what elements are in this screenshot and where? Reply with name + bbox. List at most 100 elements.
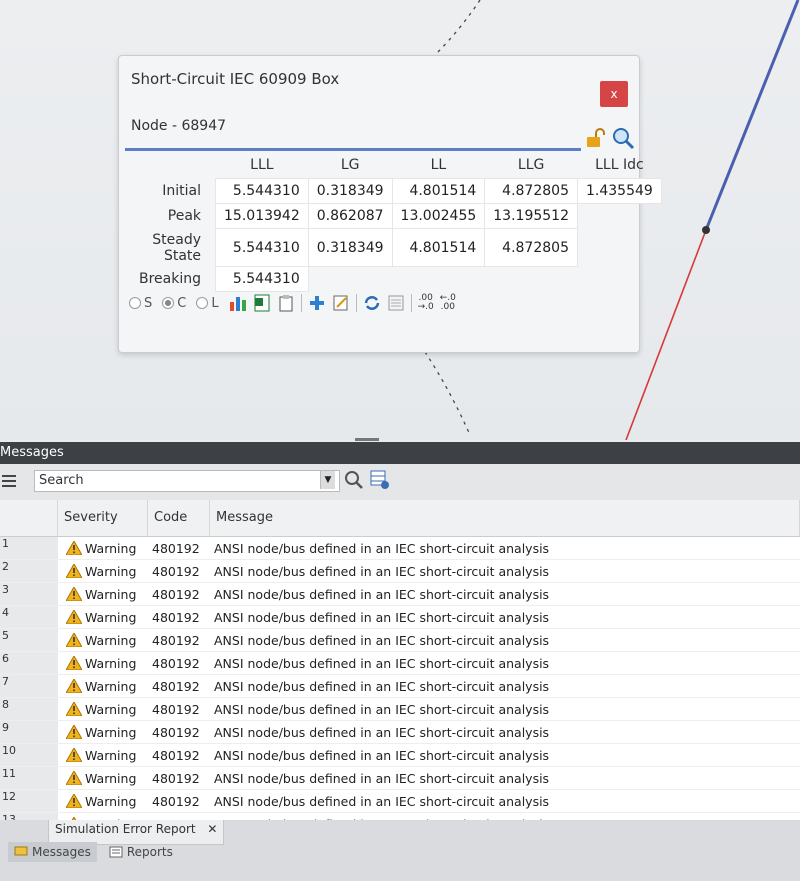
clipboard-icon[interactable] (277, 294, 295, 312)
message-column-header[interactable]: Message (210, 500, 800, 536)
severity-label: Warning (85, 793, 137, 809)
severity-label: Warning (85, 678, 137, 694)
row-index: 5 (0, 629, 58, 651)
result-cell: 0.318349 (307, 178, 393, 204)
search-dropdown-button[interactable]: ▼ (320, 471, 335, 489)
panel-splitter[interactable] (355, 438, 379, 441)
table-row[interactable]: 7 Warning 480192 ANSI node/bus defined in a… (0, 675, 800, 698)
severity-cell: Warning (58, 748, 148, 763)
col-header: LLL (250, 157, 274, 173)
severity-cell: Warning (58, 679, 148, 694)
severity-column-header[interactable]: Severity (58, 500, 148, 536)
table-row[interactable]: 12 Warning 480192 ANSI node/bus defined in … (0, 790, 800, 813)
radio-s[interactable]: S (129, 296, 152, 311)
warning-icon (66, 541, 82, 555)
severity-label: Warning (85, 586, 137, 602)
close-tab-icon[interactable]: ✕ (207, 822, 217, 836)
search-icon[interactable] (344, 470, 364, 490)
row-index: 11 (0, 767, 58, 789)
row-index: 8 (0, 698, 58, 720)
tab-reports[interactable]: Reports (103, 842, 179, 862)
node-field[interactable]: Node - 68947 (125, 112, 581, 151)
warning-icon (66, 748, 82, 762)
table-row[interactable]: 1 Warning 480192 ANSI node/bus defined in a… (0, 537, 800, 560)
severity-cell: Warning (58, 541, 148, 556)
refresh-icon[interactable] (363, 294, 381, 312)
close-button[interactable]: x (600, 81, 628, 107)
code-cell: 480192 (152, 770, 200, 786)
result-cell: 0.318349 (307, 228, 393, 267)
severity-label: Warning (85, 563, 137, 579)
code-column-header[interactable]: Code (148, 500, 210, 536)
code-cell: 480192 (152, 609, 200, 625)
message-cell: ANSI node/bus defined in an IEC short-ci… (214, 701, 550, 717)
bottom-tab-bar: Simulation Error Report ✕ Messages Repor… (0, 820, 800, 881)
message-cell: ANSI node/bus defined in an IEC short-ci… (214, 563, 550, 579)
excel-export-icon[interactable] (253, 294, 271, 312)
search-icon[interactable] (611, 126, 635, 150)
short-circuit-dialog: Short-Circuit IEC 60909 Box x Node - 689… (118, 55, 662, 353)
dashed-arc-bottom (424, 351, 471, 436)
tab-messages[interactable]: Messages (8, 842, 97, 862)
radio-l[interactable]: L (196, 295, 219, 311)
warning-icon (66, 794, 82, 808)
warning-icon (66, 587, 82, 601)
tab-label: Messages (32, 845, 91, 859)
toolbar-separator (355, 294, 357, 312)
table-row[interactable]: 2 Warning 480192 ANSI node/bus defined in a… (0, 560, 800, 583)
result-cell: 4.801514 (391, 178, 486, 204)
row-index: 12 (0, 790, 58, 812)
radio-circle[interactable] (129, 297, 141, 309)
toolbar-separator (300, 294, 302, 312)
severity-cell: Warning (58, 702, 148, 717)
severity-cell: Warning (58, 564, 148, 579)
result-cell: 5.544310 (215, 228, 309, 267)
warning-icon (66, 702, 82, 716)
severity-cell: Warning (58, 610, 148, 625)
report-icon[interactable] (387, 294, 405, 312)
unlock-icon[interactable] (585, 128, 607, 148)
increase-decimals-button[interactable]: .00 →.0 (418, 294, 434, 312)
table-row[interactable]: 11 Warning 480192 ANSI node/bus defined in … (0, 767, 800, 790)
row-label: Steady State (152, 231, 202, 264)
radio-circle[interactable] (196, 297, 209, 309)
messages-grid: Severity Code Message 1 Warning 480192 ANSI… (0, 500, 800, 830)
radio-circle-selected[interactable] (162, 297, 175, 309)
results-row-steady: Steady State 5.544310 0.318349 4.801514 … (131, 228, 661, 267)
blue-line (704, 0, 800, 231)
radio-label: L (211, 295, 219, 311)
bar-chart-icon[interactable] (229, 294, 247, 312)
table-row[interactable]: 6 Warning 480192 ANSI node/bus defined in a… (0, 652, 800, 675)
table-row[interactable]: 3 Warning 480192 ANSI node/bus defined in a… (0, 583, 800, 606)
toolbar-separator (410, 294, 412, 312)
warning-icon (66, 725, 82, 739)
severity-cell: Warning (58, 656, 148, 671)
node-point[interactable] (702, 226, 710, 234)
radio-c[interactable]: C (162, 296, 186, 311)
row-label: Peak (167, 208, 202, 224)
search-input[interactable]: Search (34, 470, 340, 492)
table-row[interactable]: 5 Warning 480192 ANSI node/bus defined in a… (0, 629, 800, 652)
tab-label: Simulation Error Report (55, 822, 196, 836)
col-header: LLL Idc (595, 157, 644, 173)
table-row[interactable]: 9 Warning 480192 ANSI node/bus defined in a… (0, 721, 800, 744)
decrease-decimals-button[interactable]: ←.0 .00 (440, 294, 456, 312)
severity-cell: Warning (58, 633, 148, 648)
add-icon[interactable] (308, 294, 326, 312)
message-cell: ANSI node/bus defined in an IEC short-ci… (214, 724, 550, 740)
result-cell: 0.862087 (307, 203, 393, 229)
table-row[interactable]: 4 Warning 480192 ANSI node/bus defined in a… (0, 606, 800, 629)
row-index: 3 (0, 583, 58, 605)
filter-grid-icon[interactable] (370, 470, 390, 490)
grid-rows: 1 Warning 480192 ANSI node/bus defined in a… (0, 537, 800, 830)
message-cell: ANSI node/bus defined in an IEC short-ci… (214, 793, 550, 809)
table-row[interactable]: 8 Warning 480192 ANSI node/bus defined in a… (0, 698, 800, 721)
severity-label: Warning (85, 540, 137, 556)
severity-cell: Warning (58, 725, 148, 740)
message-cell: ANSI node/bus defined in an IEC short-ci… (214, 655, 550, 671)
table-row[interactable]: 10 Warning 480192 ANSI node/bus defined in … (0, 744, 800, 767)
row-label: Breaking (139, 271, 202, 287)
menu-icon[interactable] (2, 475, 16, 487)
edit-icon[interactable] (332, 294, 350, 312)
severity-label: Warning (85, 655, 137, 671)
